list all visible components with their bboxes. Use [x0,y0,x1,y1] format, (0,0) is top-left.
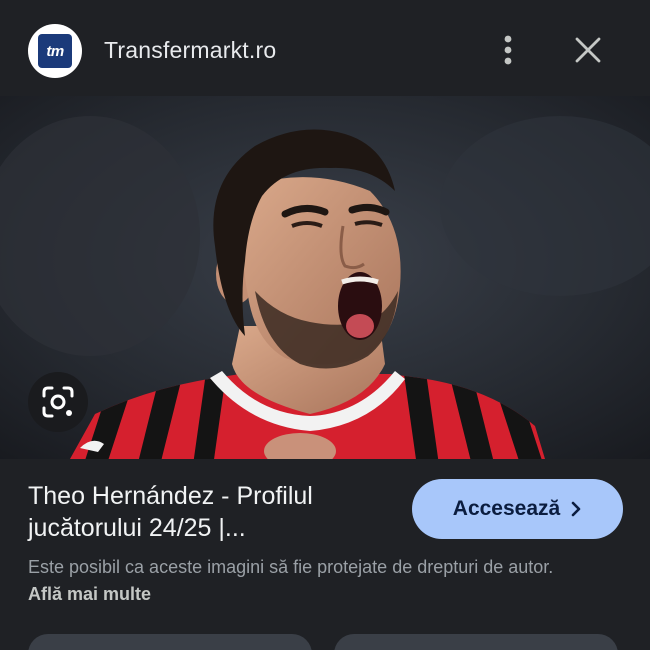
bottom-action-button-right[interactable] [334,634,618,650]
visit-button[interactable]: Accesează [412,479,623,539]
vertical-dots-icon [504,35,512,65]
visit-label: Accesează [452,497,561,520]
more-options-button[interactable] [488,30,528,70]
chevron-right-icon [571,501,581,517]
logo-text: tm [46,42,64,60]
lens-button[interactable] [28,372,88,432]
source-header: tm Transfermarkt.ro [0,0,650,96]
copyright-notice: Este posibil ca aceste imagini să fie pr… [28,554,588,608]
site-name[interactable]: Transfermarkt.ro [104,37,276,64]
image-preview-screen: tm Transfermarkt.ro Theo Hernández - Pro… [0,0,650,650]
site-logo[interactable]: tm [28,24,82,78]
result-title[interactable]: Theo Hernández - Profilul jucătorului 24… [28,480,388,544]
logo-badge: tm [38,34,72,68]
preview-image[interactable] [0,96,650,459]
lens-icon [42,386,74,418]
learn-more-link[interactable]: Află mai multe [28,584,151,604]
close-button[interactable] [566,28,610,72]
close-icon [575,37,601,63]
player-photo [0,96,650,459]
bottom-action-button-left[interactable] [28,634,312,650]
copyright-text: Este posibil ca aceste imagini să fie pr… [28,557,554,577]
